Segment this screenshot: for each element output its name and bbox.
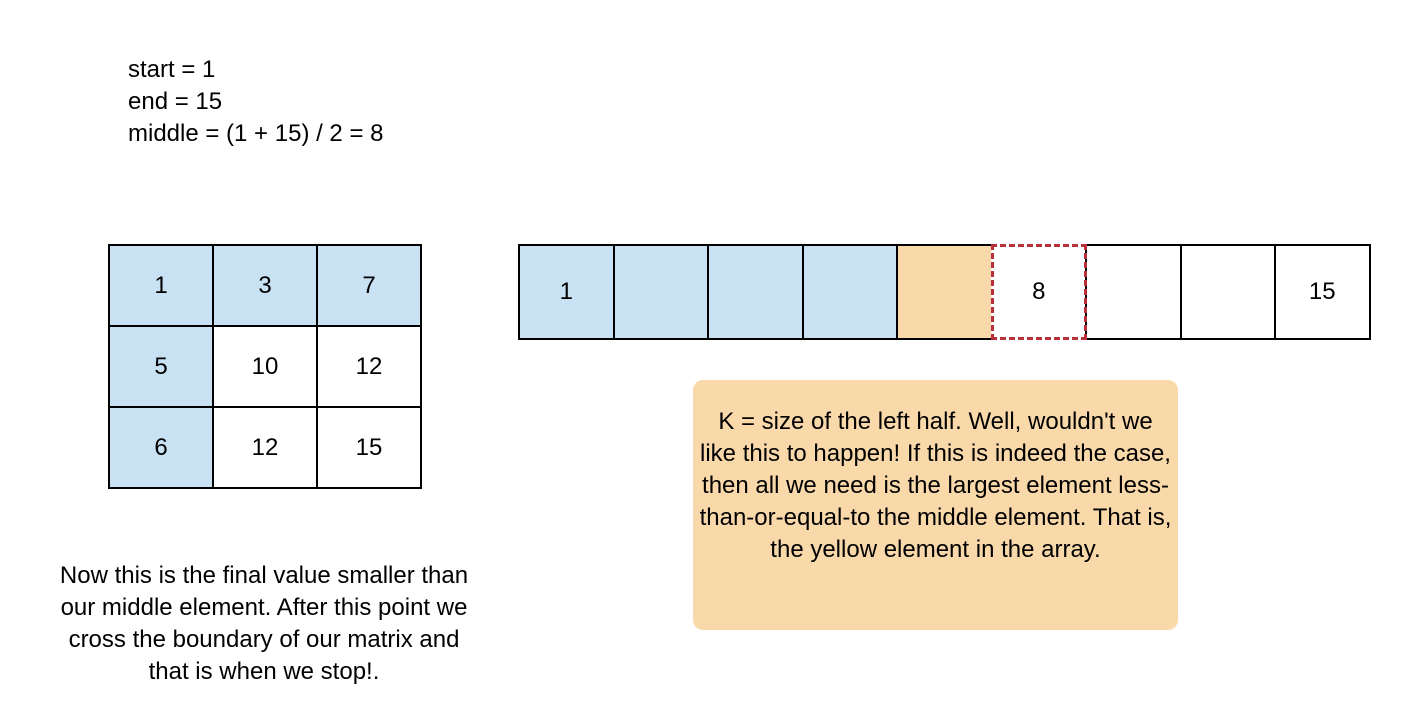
- matrix-cell: 12: [316, 325, 422, 408]
- middle-element-highlight: [990, 244, 1087, 340]
- array-cell: [707, 244, 804, 340]
- flattened-array: 1 8 15: [518, 244, 1371, 340]
- array-cell: [896, 244, 993, 340]
- stop-condition-note: Now this is the final value smaller than…: [59, 562, 469, 685]
- matrix-cell: 15: [316, 406, 422, 489]
- matrix-cell: 10: [212, 325, 318, 408]
- array-cell: [1179, 244, 1276, 340]
- end-variable: end = 15: [128, 88, 223, 115]
- start-variable: start = 1: [128, 56, 216, 83]
- matrix-cell: 6: [108, 406, 214, 489]
- array-cell: 1: [518, 244, 615, 340]
- matrix-row: 6 12 15: [108, 406, 422, 489]
- array-cell: [612, 244, 709, 340]
- array-cell: [1085, 244, 1182, 340]
- variables-block: start = 1 end = 15 middle = (1 + 15) / 2…: [128, 54, 383, 150]
- explanation-note: K = size of the left half. Well, wouldn'…: [693, 380, 1178, 630]
- matrix-cell: 12: [212, 406, 318, 489]
- matrix-grid: 1 3 7 5 10 12 6 12 15: [108, 244, 422, 489]
- diagram-canvas: start = 1 end = 15 middle = (1 + 15) / 2…: [0, 0, 1414, 720]
- middle-variable: middle = (1 + 15) / 2 = 8: [128, 120, 384, 147]
- matrix-row: 1 3 7: [108, 244, 422, 327]
- matrix-row: 5 10 12: [108, 325, 422, 408]
- matrix-cell: 5: [108, 325, 214, 408]
- matrix-cell: 1: [108, 244, 214, 327]
- array-cell: 15: [1274, 244, 1371, 340]
- array-cell: [801, 244, 898, 340]
- matrix-cell: 7: [316, 244, 422, 327]
- matrix-cell: 3: [212, 244, 318, 327]
